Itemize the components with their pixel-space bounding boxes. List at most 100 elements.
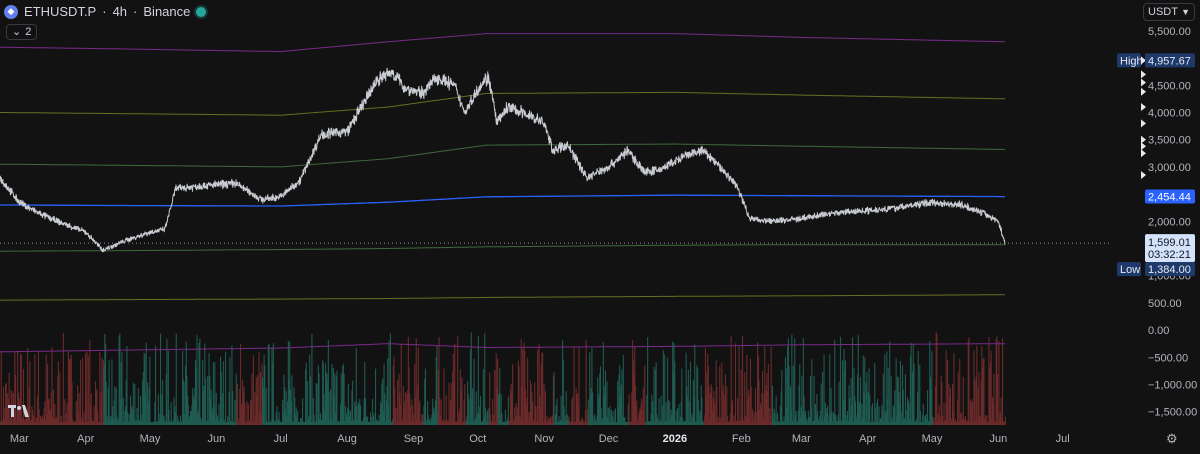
volume-bar: [553, 372, 555, 425]
volume-bar: [375, 368, 377, 425]
volume-bar: [993, 373, 995, 425]
x-axis[interactable]: Mar Apr May Jun Jul Aug Sep Oct Nov Dec 2026 Feb Mar…: [10, 433, 1070, 445]
volume-bar: [472, 388, 474, 425]
volume-bar: [781, 369, 783, 425]
chart-area[interactable]: 5,500.005,000.004,500.004,000.003,500.00…: [0, 0, 1200, 449]
current-price-value: 1,599.01: [1148, 237, 1191, 249]
volume-bar: [0, 351, 2, 425]
x-tick-label: Aug: [337, 433, 357, 445]
volume-bar: [658, 398, 660, 425]
volume-bar: [811, 359, 813, 425]
volume-bar: [882, 373, 884, 425]
volume-bar: [494, 370, 496, 425]
y-tick-label: −1,000.00: [1148, 380, 1197, 392]
volume-bar: [265, 388, 267, 425]
volume-bar: [532, 401, 534, 425]
volume-bar: [794, 338, 796, 425]
volume-bar: [52, 390, 54, 425]
volume-bar: [917, 351, 919, 425]
volume-bar: [974, 380, 976, 425]
volume-bar: [556, 399, 558, 425]
volume-bar: [477, 336, 479, 425]
symbol-legend[interactable]: ◆ ETHUSDT.P · 4h · Binance: [4, 4, 207, 19]
volume-bar: [976, 345, 978, 425]
volume-bar: [220, 372, 222, 425]
band-line: [0, 33, 1005, 53]
volume-bar: [59, 372, 61, 425]
volume-bar: [653, 366, 655, 425]
high-label: High: [1120, 55, 1143, 67]
indicators-toggle-button[interactable]: ⌄ 2: [6, 24, 38, 40]
volume-bar: [196, 335, 198, 425]
volume-bar: [302, 398, 304, 425]
currency-select[interactable]: USDT ▼: [1143, 3, 1195, 21]
x-tick-label: Sep: [404, 433, 424, 445]
volume-bar: [257, 375, 259, 425]
volume-bar: [664, 354, 666, 425]
x-tick-label: Apr: [859, 433, 876, 445]
x-tick-label: Oct: [469, 433, 486, 445]
interval-label[interactable]: 4h: [113, 4, 127, 19]
volume-bar: [910, 342, 912, 425]
volume-bar: [234, 399, 236, 425]
volume-bar: [78, 392, 80, 425]
volume-bar: [445, 395, 447, 425]
volume-bar: [450, 383, 452, 425]
volume-bar: [251, 373, 253, 425]
volume-bar: [443, 368, 445, 425]
legend-separator: ·: [133, 4, 138, 19]
countdown-timer: 03:32:21: [1148, 249, 1191, 261]
tradingview-logo-icon[interactable]: [8, 404, 30, 420]
volume-bar: [225, 351, 227, 425]
volume-bar: [694, 344, 696, 425]
y-axis[interactable]: 5,500.005,000.004,500.004,000.003,500.00…: [1148, 26, 1197, 419]
center-value: 2,454.44: [1148, 192, 1191, 204]
high-value: 4,957.67: [1148, 55, 1191, 67]
volume-bar: [968, 337, 970, 425]
volume-bar: [852, 337, 854, 425]
volume-bar: [155, 345, 157, 425]
alert-marker-icon: [1141, 103, 1146, 112]
volume-bar: [724, 374, 726, 425]
x-tick-label: Jun: [208, 433, 226, 445]
volume-bar: [770, 347, 772, 425]
volume-bar: [838, 381, 840, 425]
volume-bar: [621, 369, 623, 425]
volume-bar: [636, 400, 638, 425]
volume-bar: [268, 343, 270, 425]
volume-bar: [389, 333, 391, 425]
legend-separator: ·: [102, 4, 107, 19]
exchange-label: Binance: [143, 4, 191, 19]
volume-bar: [145, 342, 147, 425]
volume-bar: [990, 350, 992, 425]
volume-bar: [681, 368, 683, 425]
volume-bar: [499, 368, 501, 425]
band-line: [0, 143, 1005, 168]
volume-bar: [587, 399, 589, 425]
volume-bar: [689, 361, 691, 425]
volume-bar: [207, 376, 209, 425]
volume-bar: [122, 397, 124, 425]
x-tick-label: Feb: [732, 433, 751, 445]
volume-bar: [157, 394, 159, 425]
volume-bar: [895, 358, 897, 425]
low-value: 1,384.00: [1148, 264, 1191, 276]
volume-bar: [799, 364, 801, 425]
volume-bar: [732, 399, 734, 425]
symbol-name[interactable]: ETHUSDT.P: [24, 4, 96, 19]
price-chart[interactable]: 5,500.005,000.004,500.004,000.003,500.00…: [0, 0, 1200, 449]
volume-bar: [51, 347, 53, 425]
volume-bar: [913, 363, 915, 425]
gear-icon[interactable]: ⚙: [1166, 431, 1178, 447]
x-tick-label: Mar: [10, 433, 29, 445]
volume-bar: [82, 357, 84, 425]
volume-bar: [592, 392, 594, 425]
volume-bar: [343, 373, 345, 425]
volume-bar: [448, 382, 450, 425]
volume-bar: [252, 355, 254, 425]
volume-bar: [791, 334, 793, 425]
volume-bar: [305, 362, 307, 425]
volume-bar: [71, 382, 73, 425]
volume-bar: [388, 340, 390, 425]
volume-bar: [894, 390, 896, 425]
